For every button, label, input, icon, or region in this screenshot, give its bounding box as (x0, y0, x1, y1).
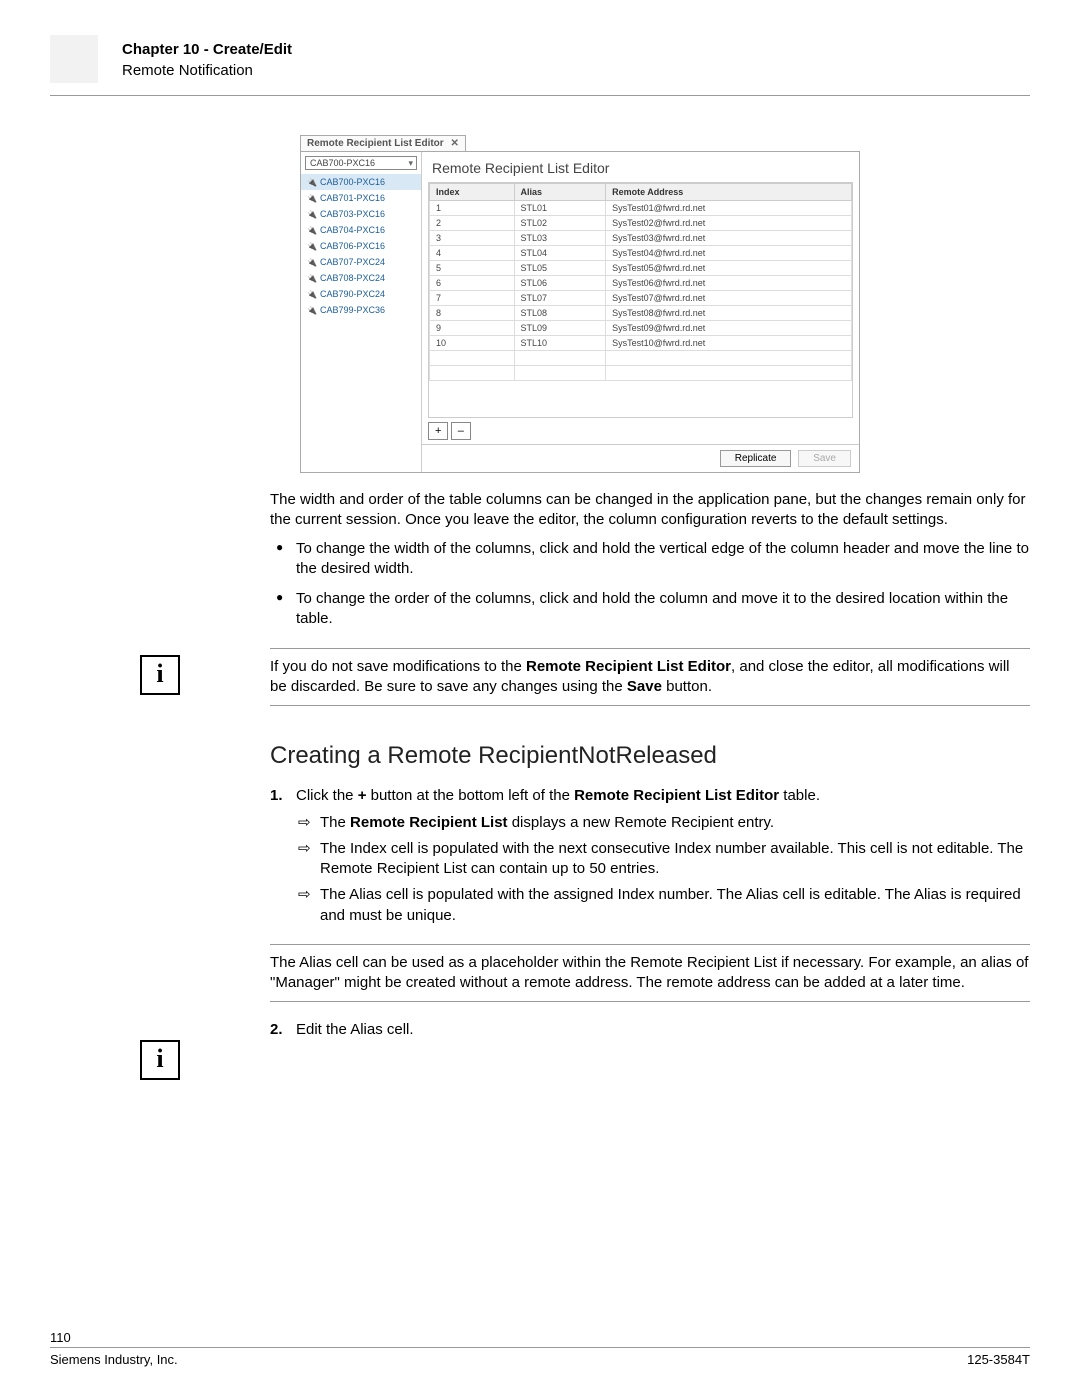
bullet-width: To change the width of the columns, clic… (270, 539, 1030, 580)
footer-right: 125-3584T (967, 1352, 1030, 1367)
table-cell[interactable]: STL04 (514, 246, 606, 261)
add-button[interactable]: + (428, 422, 448, 440)
table-cell[interactable]: STL02 (514, 216, 606, 231)
intro-paragraph: The width and order of the table columns… (270, 490, 1030, 531)
table-row[interactable]: 5STL05SysTest05@fwrd.rd.net (430, 261, 852, 276)
table-cell[interactable]: STL08 (514, 306, 606, 321)
table-cell[interactable]: STL05 (514, 261, 606, 276)
table-row (430, 351, 852, 366)
table-cell[interactable]: SysTest05@fwrd.rd.net (606, 261, 852, 276)
info-icon: i (140, 655, 180, 695)
page-number: 110 (50, 1330, 1030, 1345)
table-cell[interactable]: 4 (430, 246, 515, 261)
remove-button[interactable]: – (451, 422, 471, 440)
table-cell[interactable]: STL07 (514, 291, 606, 306)
page-footer: 110 Siemens Industry, Inc. 125-3584T (50, 1330, 1030, 1367)
table-cell[interactable]: SysTest07@fwrd.rd.net (606, 291, 852, 306)
table-row[interactable]: 7STL07SysTest07@fwrd.rd.net (430, 291, 852, 306)
header-logo-placeholder (50, 35, 98, 83)
table-row[interactable]: 10STL10SysTest10@fwrd.rd.net (430, 336, 852, 351)
table-cell[interactable]: 3 (430, 231, 515, 246)
table-cell[interactable]: SysTest03@fwrd.rd.net (606, 231, 852, 246)
note-alias: The Alias cell can be used as a placehol… (270, 953, 1030, 994)
chapter-title: Chapter 10 - Create/Edit (50, 35, 1030, 58)
sidebar-item[interactable]: CAB790-PXC24 (301, 286, 421, 302)
table-row[interactable]: 4STL04SysTest04@fwrd.rd.net (430, 246, 852, 261)
table-cell[interactable]: STL01 (514, 201, 606, 216)
table-cell[interactable]: SysTest06@fwrd.rd.net (606, 276, 852, 291)
table-row[interactable]: 9STL09SysTest09@fwrd.rd.net (430, 321, 852, 336)
table-row[interactable]: 6STL06SysTest06@fwrd.rd.net (430, 276, 852, 291)
table-cell[interactable]: SysTest02@fwrd.rd.net (606, 216, 852, 231)
table-cell[interactable]: STL10 (514, 336, 606, 351)
info-icon: i (140, 1040, 180, 1080)
table-cell[interactable]: STL06 (514, 276, 606, 291)
bullet-order: To change the order of the columns, clic… (270, 589, 1030, 630)
table-row[interactable]: 3STL03SysTest03@fwrd.rd.net (430, 231, 852, 246)
table-cell[interactable]: 10 (430, 336, 515, 351)
sidebar-item[interactable]: CAB708-PXC24 (301, 270, 421, 286)
editor-tab-label: Remote Recipient List Editor (307, 138, 444, 149)
close-icon[interactable]: ✕ (450, 138, 458, 149)
device-combo[interactable]: CAB700-PXC16 (305, 156, 417, 170)
sidebar-item[interactable]: CAB799-PXC36 (301, 302, 421, 318)
table-cell[interactable]: 7 (430, 291, 515, 306)
step-1: Click the + button at the bottom left of… (270, 786, 1030, 926)
column-header[interactable]: Index (430, 184, 515, 201)
sidebar-item[interactable]: CAB707-PXC24 (301, 254, 421, 270)
sidebar-item[interactable]: CAB701-PXC16 (301, 190, 421, 206)
section-title: Remote Notification (50, 58, 1030, 79)
step-1-result-2: The Index cell is populated with the nex… (296, 839, 1030, 880)
step-1-result-3: The Alias cell is populated with the ass… (296, 885, 1030, 926)
device-sidebar: CAB700-PXC16 CAB700-PXC16CAB701-PXC16CAB… (301, 152, 422, 472)
recipient-table[interactable]: IndexAliasRemote Address1STL01SysTest01@… (428, 182, 853, 418)
note-save: If you do not save modifications to the … (270, 657, 1030, 698)
table-cell[interactable]: STL09 (514, 321, 606, 336)
table-cell[interactable]: 6 (430, 276, 515, 291)
table-cell[interactable]: 9 (430, 321, 515, 336)
table-cell[interactable]: STL03 (514, 231, 606, 246)
table-cell[interactable]: SysTest04@fwrd.rd.net (606, 246, 852, 261)
section-heading: Creating a Remote RecipientNotReleased (270, 740, 1030, 772)
editor-screenshot: Remote Recipient List Editor ✕ CAB700-PX… (300, 135, 860, 480)
table-row[interactable]: 1STL01SysTest01@fwrd.rd.net (430, 201, 852, 216)
table-cell[interactable]: 2 (430, 216, 515, 231)
table-cell[interactable]: 1 (430, 201, 515, 216)
sidebar-item[interactable]: CAB703-PXC16 (301, 206, 421, 222)
table-cell[interactable]: SysTest10@fwrd.rd.net (606, 336, 852, 351)
editor-tab[interactable]: Remote Recipient List Editor ✕ (300, 135, 466, 151)
footer-left: Siemens Industry, Inc. (50, 1352, 178, 1367)
table-cell[interactable]: SysTest08@fwrd.rd.net (606, 306, 852, 321)
column-header[interactable]: Remote Address (606, 184, 852, 201)
table-cell[interactable]: 5 (430, 261, 515, 276)
column-header[interactable]: Alias (514, 184, 606, 201)
table-row[interactable]: 2STL02SysTest02@fwrd.rd.net (430, 216, 852, 231)
sidebar-item[interactable]: CAB706-PXC16 (301, 238, 421, 254)
sidebar-item[interactable]: CAB700-PXC16 (301, 174, 421, 190)
replicate-button[interactable]: Replicate (720, 450, 792, 467)
table-row (430, 366, 852, 381)
step-2: Edit the Alias cell. (270, 1020, 1030, 1040)
sidebar-item[interactable]: CAB704-PXC16 (301, 222, 421, 238)
table-cell[interactable]: 8 (430, 306, 515, 321)
page-header: Chapter 10 - Create/Edit Remote Notifica… (50, 35, 1030, 83)
table-row[interactable]: 8STL08SysTest08@fwrd.rd.net (430, 306, 852, 321)
table-cell[interactable]: SysTest01@fwrd.rd.net (606, 201, 852, 216)
header-rule (50, 95, 1030, 96)
table-cell[interactable]: SysTest09@fwrd.rd.net (606, 321, 852, 336)
save-button[interactable]: Save (798, 450, 851, 467)
editor-title: Remote Recipient List Editor (422, 152, 859, 182)
step-1-result-1: The Remote Recipient List displays a new… (296, 813, 1030, 833)
